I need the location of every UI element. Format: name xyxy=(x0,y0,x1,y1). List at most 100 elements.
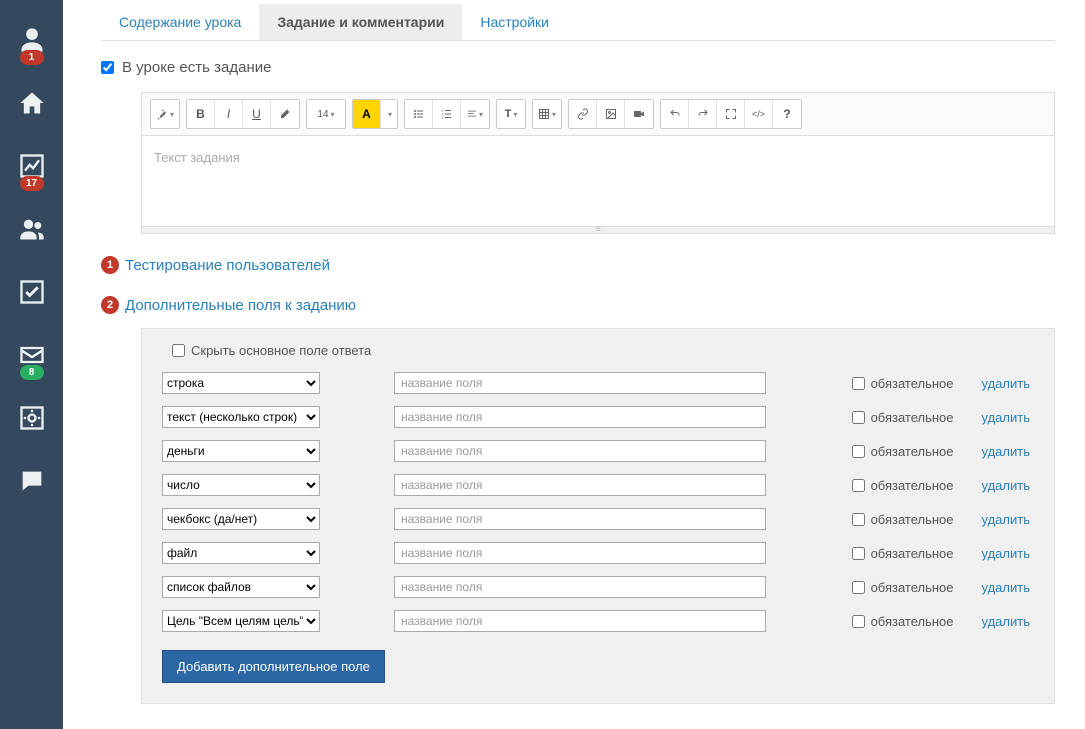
field-row: чекбокс (да/нет) обязательное удалить xyxy=(162,508,1034,530)
text-color-icon[interactable]: A xyxy=(353,100,381,128)
redo-icon[interactable] xyxy=(689,100,717,128)
field-type-select[interactable]: чекбокс (да/нет) xyxy=(162,508,320,530)
field-required-label: обязательное xyxy=(852,512,954,527)
eraser-icon[interactable] xyxy=(271,100,299,128)
editor-textarea[interactable]: Текст задания xyxy=(142,136,1054,226)
section-link[interactable]: Тестирование пользователей xyxy=(125,257,330,274)
code-icon[interactable]: </> xyxy=(745,100,773,128)
field-required-label: обязательное xyxy=(852,376,954,391)
link-icon[interactable] xyxy=(569,100,597,128)
section-link[interactable]: Дополнительные поля к заданию xyxy=(125,297,356,314)
field-required-label: обязательное xyxy=(852,444,954,459)
field-name-input[interactable] xyxy=(394,576,766,598)
underline-icon[interactable]: U xyxy=(243,100,271,128)
field-type-select[interactable]: деньги xyxy=(162,440,320,462)
sidebar-settings[interactable] xyxy=(0,386,63,449)
ol-icon[interactable]: 123 xyxy=(433,100,461,128)
number-badge: 2 xyxy=(101,296,119,314)
field-name-input[interactable] xyxy=(394,508,766,530)
tab-задание-и-комментарии[interactable]: Задание и комментарии xyxy=(259,4,462,40)
text-color-caret-icon[interactable] xyxy=(381,100,397,128)
hide-main-checkbox[interactable] xyxy=(172,344,185,357)
field-required-label: обязательное xyxy=(852,614,954,629)
field-required-checkbox[interactable] xyxy=(852,377,865,390)
editor: B I U 14 A 123 xyxy=(141,92,1055,227)
lesson-has-task-label: В уроке есть задание xyxy=(122,59,271,76)
section-link-row: 2 Дополнительные поля к заданию xyxy=(101,296,1055,314)
field-required-checkbox[interactable] xyxy=(852,547,865,560)
sidebar: 1 17 8 xyxy=(0,0,63,729)
field-required-checkbox[interactable] xyxy=(852,411,865,424)
field-delete-link[interactable]: удалить xyxy=(982,376,1030,391)
field-name-input[interactable] xyxy=(394,406,766,428)
magic-icon[interactable] xyxy=(151,100,179,128)
field-row: Цель "Всем целям цель" обязательное удалит… xyxy=(162,610,1034,632)
sidebar-mail[interactable]: 8 xyxy=(0,323,63,386)
sidebar-badge: 8 xyxy=(20,365,44,380)
table-icon[interactable] xyxy=(533,100,561,128)
sidebar-chart[interactable]: 17 xyxy=(0,134,63,197)
add-field-button[interactable]: Добавить дополнительное поле xyxy=(162,650,385,683)
bold-icon[interactable]: B xyxy=(187,100,215,128)
field-type-select[interactable]: число xyxy=(162,474,320,496)
field-required-checkbox[interactable] xyxy=(852,581,865,594)
field-type-select[interactable]: список файлов xyxy=(162,576,320,598)
field-delete-link[interactable]: удалить xyxy=(982,478,1030,493)
field-required-checkbox[interactable] xyxy=(852,445,865,458)
help-icon[interactable]: ? xyxy=(773,100,801,128)
video-icon[interactable] xyxy=(625,100,653,128)
field-type-select[interactable]: Цель "Всем целям цель" xyxy=(162,610,320,632)
fullscreen-icon[interactable] xyxy=(717,100,745,128)
sidebar-users[interactable] xyxy=(0,197,63,260)
editor-toolbar: B I U 14 A 123 xyxy=(142,93,1054,136)
ul-icon[interactable] xyxy=(405,100,433,128)
sidebar-badge: 1 xyxy=(20,50,44,65)
hide-main-row: Скрыть основное поле ответа xyxy=(172,343,1034,358)
field-row: текст (несколько строк)обязательноеудали… xyxy=(162,406,1034,428)
sidebar-profile[interactable]: 1 xyxy=(0,8,63,71)
lesson-has-task-row: В уроке есть задание xyxy=(101,59,1055,76)
main-content: Содержание урокаЗадание и комментарииНас… xyxy=(63,0,1085,729)
lesson-has-task-checkbox[interactable] xyxy=(101,61,114,74)
field-name-input[interactable] xyxy=(394,440,766,462)
field-row: файл обязательное удалить xyxy=(162,542,1034,564)
field-required-checkbox[interactable] xyxy=(852,513,865,526)
sidebar-check[interactable] xyxy=(0,260,63,323)
field-row: список файлов обязательное удалить xyxy=(162,576,1034,598)
field-required-checkbox[interactable] xyxy=(852,615,865,628)
field-type-select[interactable]: текст (несколько строк) xyxy=(162,406,320,428)
hide-main-label: Скрыть основное поле ответа xyxy=(191,343,371,358)
number-badge: 1 xyxy=(101,256,119,274)
sidebar-home[interactable] xyxy=(0,71,63,134)
field-name-input[interactable] xyxy=(394,542,766,564)
sidebar-chat[interactable] xyxy=(0,449,63,512)
field-name-input[interactable] xyxy=(394,372,766,394)
field-delete-link[interactable]: удалить xyxy=(982,410,1030,425)
field-row: деньги обязательное удалить xyxy=(162,440,1034,462)
italic-icon[interactable]: I xyxy=(215,100,243,128)
field-row: число обязательное удалить xyxy=(162,474,1034,496)
field-required-label: обязательное xyxy=(852,580,954,595)
tab-настройки[interactable]: Настройки xyxy=(462,4,567,40)
field-required-label: обязательное xyxy=(852,478,954,493)
field-name-input[interactable] xyxy=(394,474,766,496)
field-delete-link[interactable]: удалить xyxy=(982,444,1030,459)
field-delete-link[interactable]: удалить xyxy=(982,580,1030,595)
section-link-row: 1 Тестирование пользователей xyxy=(101,256,1055,274)
fontsize-button[interactable]: 14 xyxy=(307,100,345,128)
field-required-checkbox[interactable] xyxy=(852,479,865,492)
field-name-input[interactable] xyxy=(394,610,766,632)
paragraph-icon[interactable]: T xyxy=(497,100,525,128)
editor-resize-handle[interactable] xyxy=(141,227,1055,234)
field-delete-link[interactable]: удалить xyxy=(982,614,1030,629)
field-delete-link[interactable]: удалить xyxy=(982,512,1030,527)
undo-icon[interactable] xyxy=(661,100,689,128)
image-icon[interactable] xyxy=(597,100,625,128)
align-icon[interactable] xyxy=(461,100,489,128)
field-type-select[interactable]: файл xyxy=(162,542,320,564)
field-delete-link[interactable]: удалить xyxy=(982,546,1030,561)
tab-содержание-урока[interactable]: Содержание урока xyxy=(101,4,259,40)
field-required-label: обязательное xyxy=(852,546,954,561)
svg-text:3: 3 xyxy=(441,116,443,120)
field-type-select[interactable]: строка xyxy=(162,372,320,394)
